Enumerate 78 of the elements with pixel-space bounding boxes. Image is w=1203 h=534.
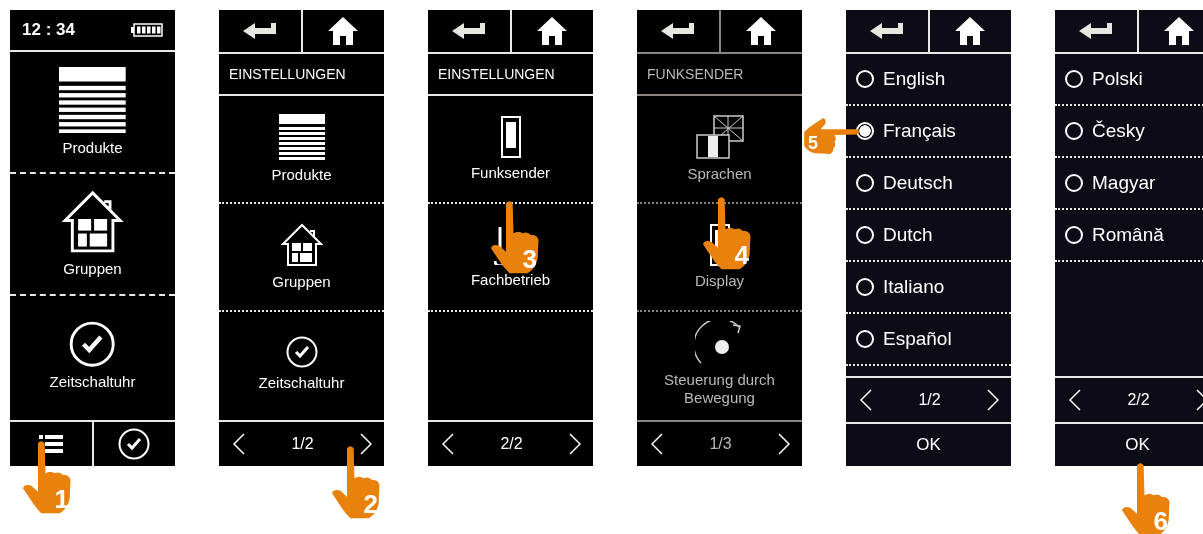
page-indicator: 1/2 <box>291 435 314 453</box>
language-option[interactable]: Polski <box>1055 54 1203 106</box>
pointing-hand-icon <box>23 440 73 515</box>
language-option[interactable]: Magyar <box>1055 158 1203 210</box>
next-page-button[interactable] <box>569 433 581 455</box>
step-number: 2 <box>363 491 378 517</box>
language-option[interactable]: Dutch <box>846 210 1011 262</box>
next-page-button[interactable] <box>360 433 372 455</box>
radio-button[interactable] <box>856 330 874 348</box>
menu-item[interactable]: Gruppen <box>219 204 384 312</box>
previous-page-button[interactable] <box>860 389 872 411</box>
language-option[interactable]: Deutsch <box>846 158 1011 210</box>
ok-button[interactable]: OK <box>846 422 1011 466</box>
menu-item[interactable]: Zeitschaltuhr <box>10 296 175 416</box>
ok-button[interactable]: OK <box>1055 422 1203 466</box>
language-option[interactable]: Italiano <box>846 262 1011 314</box>
menu-item[interactable]: Produkte <box>219 96 384 204</box>
menu-item[interactable]: Sprachen <box>637 96 802 204</box>
step-number: 3 <box>522 246 537 272</box>
next-page-button[interactable] <box>987 389 999 411</box>
menu-item[interactable]: Funksender <box>428 96 593 204</box>
radio-button[interactable] <box>856 174 874 192</box>
menu-item[interactable]: Zeitschaltuhr <box>219 312 384 416</box>
back-icon <box>869 23 904 39</box>
back-icon <box>242 23 277 39</box>
blind-icon <box>278 114 325 160</box>
pointing-hand-icon <box>491 200 541 275</box>
language-option[interactable]: English <box>846 54 1011 106</box>
menu-item[interactable]: Steuerung durch Bewegung <box>637 312 802 416</box>
next-page-button[interactable] <box>778 433 790 455</box>
pointing-hand-icon <box>804 118 860 154</box>
house-icon <box>280 223 323 267</box>
radio-button[interactable] <box>1065 226 1083 244</box>
language-option[interactable]: Română <box>1055 210 1203 262</box>
radio-button[interactable] <box>856 70 874 88</box>
home-icon <box>955 17 986 45</box>
check-circle-icon <box>118 428 151 460</box>
previous-page-button[interactable] <box>442 433 454 455</box>
step-number: 1 <box>54 486 69 512</box>
back-icon <box>451 23 486 39</box>
remote-icon <box>500 116 521 158</box>
back-icon <box>660 23 695 39</box>
pointing-hand-icon <box>332 445 382 520</box>
radio-button[interactable] <box>856 226 874 244</box>
language-option[interactable]: Español <box>846 314 1011 366</box>
check-circle-icon <box>285 336 318 368</box>
previous-page-button[interactable] <box>651 433 663 455</box>
radio-button[interactable] <box>1065 70 1083 88</box>
menu-item[interactable]: Gruppen <box>10 174 175 296</box>
pointing-hand-icon <box>703 196 753 271</box>
pointing-hand-icon <box>1122 462 1172 534</box>
previous-page-button[interactable] <box>1069 389 1081 411</box>
step-number: 6 <box>1153 508 1168 534</box>
page-indicator: 1/3 <box>709 435 732 453</box>
home-icon <box>328 17 359 45</box>
screen-title: EINSTELLUNGEN <box>219 54 384 96</box>
radio-button[interactable] <box>856 278 874 296</box>
blind-icon <box>59 66 126 134</box>
screen-title: EINSTELLUNGEN <box>428 54 593 96</box>
language-option[interactable]: Česky <box>1055 106 1203 158</box>
radio-button[interactable] <box>1065 122 1083 140</box>
step-number: 4 <box>734 242 749 268</box>
page-indicator: 1/2 <box>918 391 941 409</box>
home-icon <box>746 17 777 45</box>
menu-item[interactable]: Produkte <box>10 52 175 174</box>
back-icon <box>1078 23 1113 39</box>
home-icon <box>1164 17 1195 45</box>
previous-page-button[interactable] <box>233 433 245 455</box>
screen-title: FUNKSENDER <box>637 54 802 96</box>
radio-button[interactable] <box>1065 174 1083 192</box>
clock-time: 12 : 34 <box>22 20 75 40</box>
battery-icon <box>131 23 163 37</box>
home-icon <box>537 17 568 45</box>
page-indicator: 2/2 <box>500 435 523 453</box>
step-number: 5 <box>808 134 818 152</box>
check-circle-icon <box>69 320 116 368</box>
flags-icon <box>695 115 744 159</box>
page-indicator: 2/2 <box>1127 391 1150 409</box>
